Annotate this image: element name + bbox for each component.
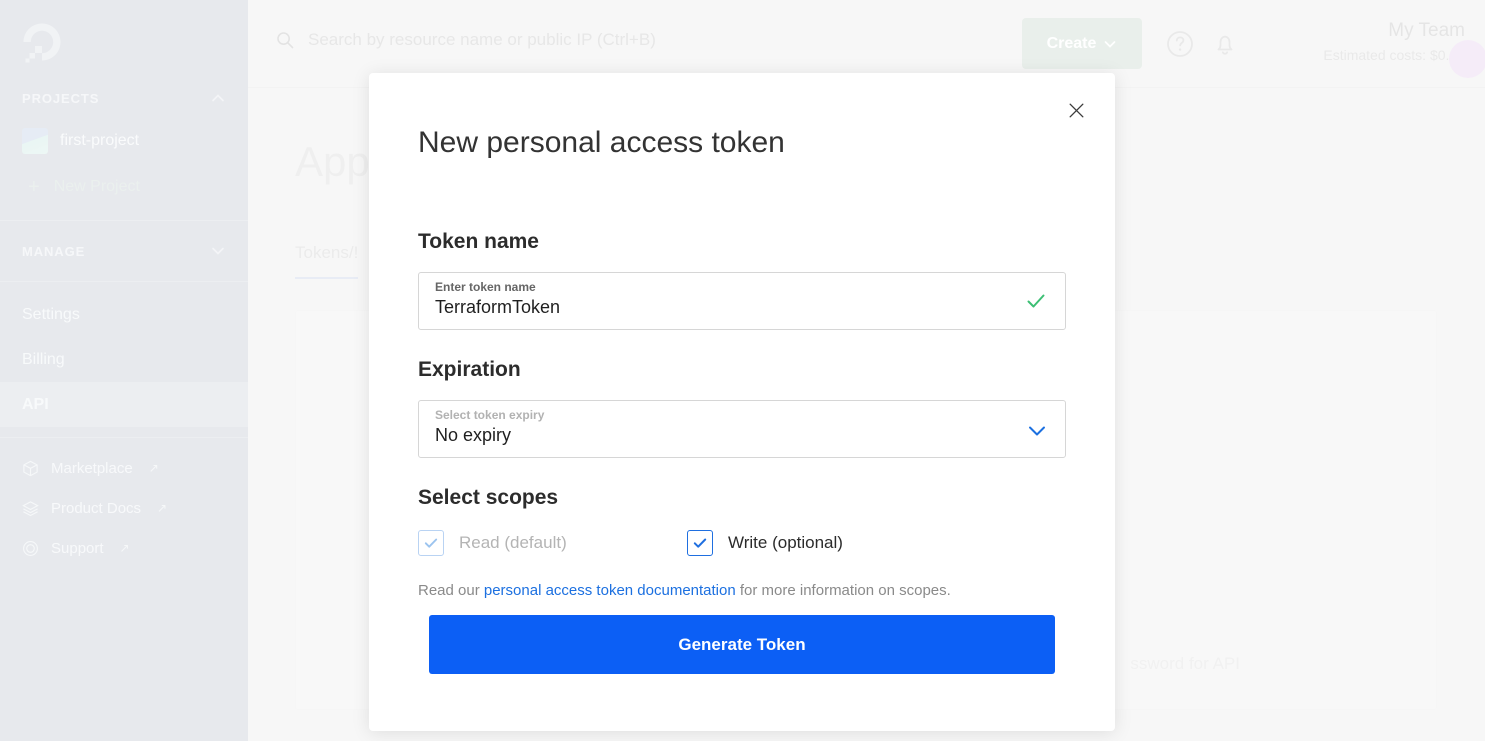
modal-title: New personal access token [418,126,785,159]
new-token-modal: New personal access token Token name Ent… [369,73,1115,731]
expiration-select[interactable]: Select token expiry No expiry [418,400,1066,458]
expiration-value: No expiry [435,425,512,445]
scopes-hint-suffix: for more information on scopes. [735,582,951,599]
write-label: Write (optional) [728,533,843,552]
expiration-field-label: Select token expiry [435,408,545,422]
token-name-field-label: Enter token name [435,280,536,294]
write-checkbox[interactable] [687,530,713,556]
read-checkbox [418,530,444,556]
token-name-section-label: Token name [418,230,539,253]
read-label: Read (default) [459,533,567,552]
token-name-value: TerraformToken [435,297,561,317]
scopes-section-label: Select scopes [418,486,559,509]
scope-read: Read (default) [418,530,567,556]
scopes-doc-link[interactable]: personal access token documentation [484,582,736,599]
generate-token-button[interactable]: Generate Token [429,615,1055,674]
chevron-down-icon[interactable] [1026,420,1048,442]
expiration-section-label: Expiration [418,358,521,381]
scope-write[interactable]: Write (optional) [687,530,843,556]
check-icon [693,538,707,548]
close-icon [1068,102,1084,118]
app-root: PROJECTS first-project + New Project MAN… [0,0,1485,741]
scopes-row: Read (default) Write (optional) [418,530,1066,566]
token-name-input[interactable]: Enter token name TerraformToken [418,272,1066,330]
scopes-hint: Read our personal access token documenta… [418,582,951,599]
check-icon [1027,294,1045,308]
close-button[interactable] [1061,95,1091,125]
check-icon [424,538,438,548]
scopes-hint-prefix: Read our [418,582,484,599]
